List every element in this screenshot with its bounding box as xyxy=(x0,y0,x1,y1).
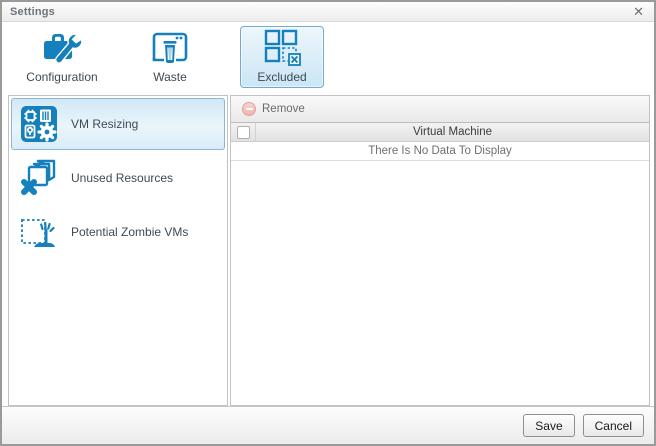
remove-button-label: Remove xyxy=(262,103,305,115)
tab-waste[interactable]: Waste xyxy=(130,26,210,88)
column-header-virtual-machine[interactable]: Virtual Machine xyxy=(256,123,649,141)
remove-minus-icon xyxy=(242,102,256,116)
category-potential-zombie-vms[interactable]: Potential Zombie VMs xyxy=(11,206,225,258)
category-vm-resizing-label: VM Resizing xyxy=(71,117,139,131)
table-header-row: Virtual Machine xyxy=(231,123,649,142)
category-vm-resizing[interactable]: VM Resizing xyxy=(11,98,225,150)
window-trash-icon xyxy=(150,27,190,68)
zombie-vm-icon xyxy=(20,213,58,251)
remove-button[interactable]: Remove xyxy=(242,102,305,116)
close-icon[interactable]: ✕ xyxy=(631,5,646,18)
window-title: Settings xyxy=(10,5,55,18)
category-potential-zombie-vms-label: Potential Zombie VMs xyxy=(71,225,189,239)
empty-table-message: There Is No Data To Display xyxy=(231,142,649,161)
toolbox-wrench-icon xyxy=(39,27,85,68)
category-unused-resources[interactable]: Unused Resources xyxy=(11,152,225,204)
unused-resources-icon xyxy=(20,159,58,197)
dialog-footer: Save Cancel xyxy=(2,406,654,444)
select-all-cell xyxy=(231,123,256,141)
title-bar: Settings ✕ xyxy=(2,2,654,22)
vm-resizing-icon xyxy=(20,105,58,143)
settings-tab-bar: Configuration Waste Excluded xyxy=(2,24,654,94)
save-button[interactable]: Save xyxy=(523,414,575,437)
cancel-button[interactable]: Cancel xyxy=(582,414,644,437)
tab-excluded-label: Excluded xyxy=(257,70,307,84)
grid-toolbar: Remove xyxy=(231,96,649,123)
tab-waste-label: Waste xyxy=(153,70,187,84)
excluded-vms-panel: Remove Virtual Machine There Is No Data … xyxy=(230,95,650,406)
tab-configuration[interactable]: Configuration xyxy=(14,26,110,88)
category-list: VM Resizing Unused Resources Potential Z… xyxy=(8,95,228,406)
category-unused-resources-label: Unused Resources xyxy=(71,171,174,185)
tab-configuration-label: Configuration xyxy=(26,70,98,84)
tab-excluded[interactable]: Excluded xyxy=(240,26,324,88)
excluded-grid-icon xyxy=(262,27,302,68)
select-all-checkbox[interactable] xyxy=(236,125,250,139)
settings-dialog: Settings ✕ Configuration Waste Excluded … xyxy=(0,0,656,446)
